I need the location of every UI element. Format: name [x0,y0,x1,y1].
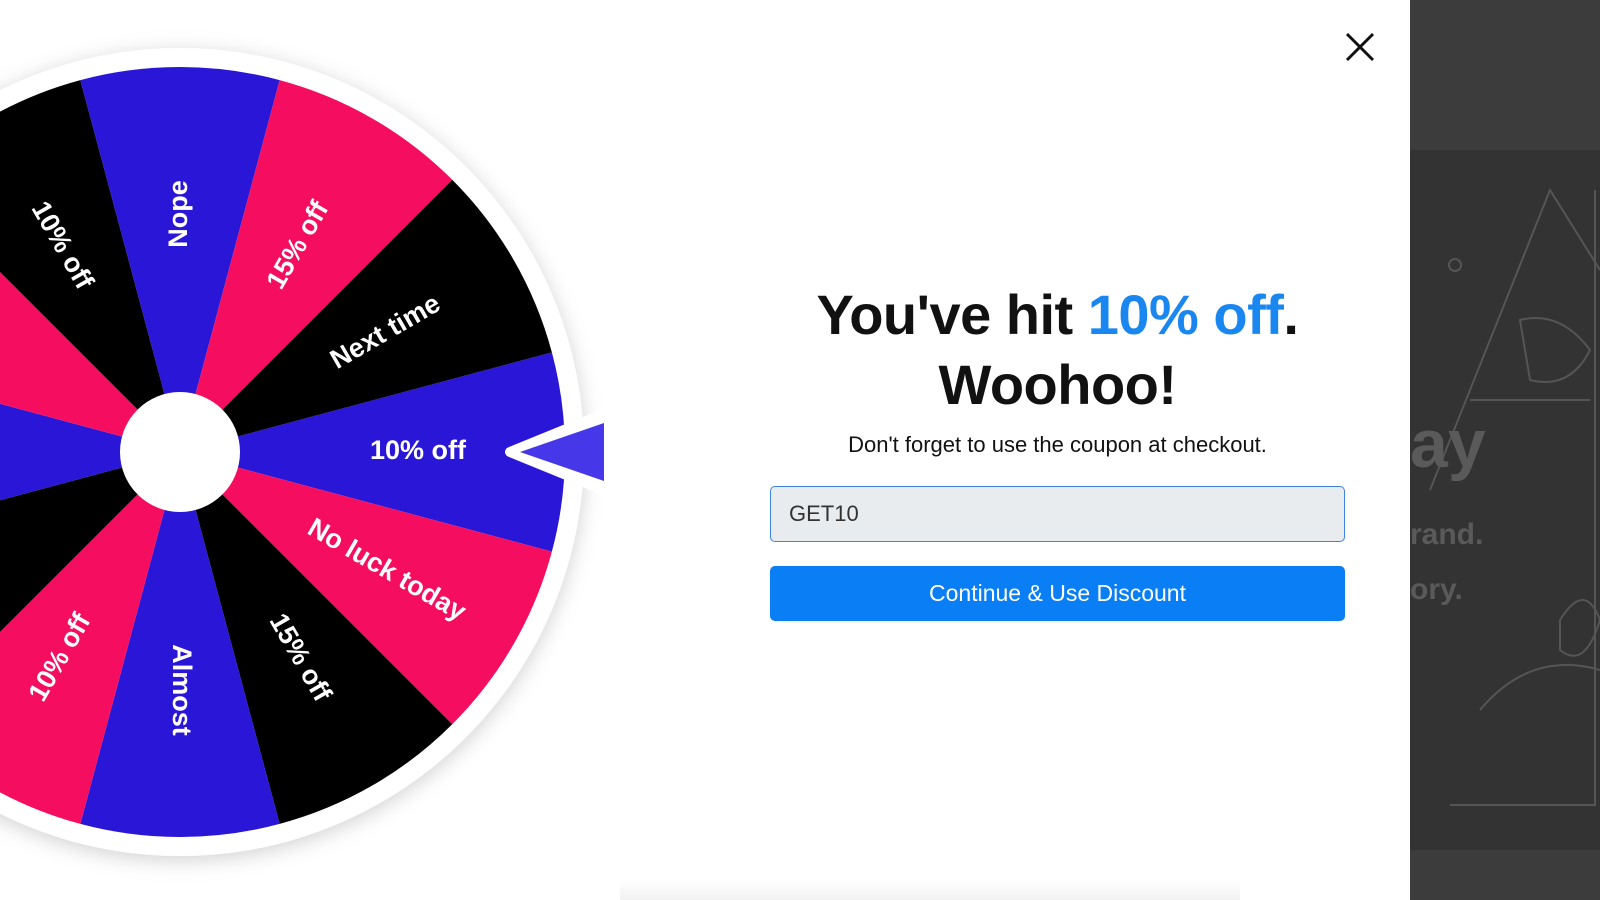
background-line-1: rand. [1410,518,1484,551]
headline-prefix: You've hit [816,283,1088,346]
close-button[interactable] [1343,30,1379,66]
bottom-shadow [620,880,1240,900]
coupon-code-field[interactable] [770,486,1345,542]
close-icon [1345,32,1375,62]
headline-period: . [1283,283,1299,346]
background-line-2: ory. [1410,573,1463,606]
background-page: ay rand. ory. [1410,0,1600,900]
continue-use-discount-button[interactable]: Continue & Use Discount [770,566,1345,621]
wheel-segment-label: Almost [167,644,197,736]
wheel-segment-label: 10% off [370,435,467,465]
prize-text: 10% off [1087,283,1284,346]
spin-wheel-popup: 10% off No luck today 15% off Almost 10% off… [0,0,1410,900]
result-headline: You've hit 10% off. Woohoo! [770,280,1345,420]
prize-wheel: 10% offNo luck today15% offAlmost10% off… [0,48,613,856]
result-panel: You've hit 10% off. Woohoo! Don't forget … [770,280,1345,621]
wheel-segment-label: Nope [163,180,193,248]
wheel-hub [120,392,240,512]
headline-woohoo: Woohoo! [938,353,1177,416]
coupon-reminder-text: Don't forget to use the coupon at checko… [848,432,1267,457]
background-heading: ay [1410,406,1486,482]
background-illustration [1429,187,1600,806]
